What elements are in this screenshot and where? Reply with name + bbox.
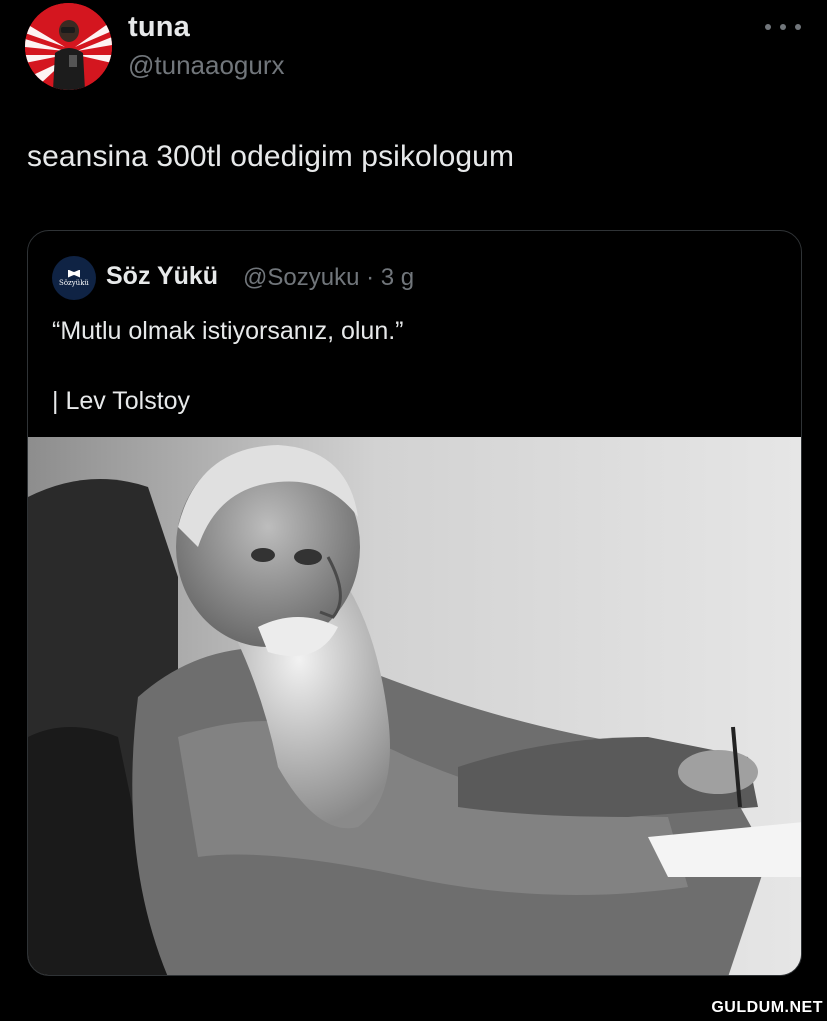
tweet-view: tuna @tunaaogurx seansina 300tl odedigim… <box>0 0 827 1021</box>
book-icon <box>68 269 80 278</box>
quoted-author-avatar[interactable]: Sözyükü <box>52 256 96 300</box>
portrait-photo-illustration <box>28 437 801 975</box>
more-dot <box>780 24 786 30</box>
quoted-tweet-photo[interactable] <box>28 437 801 975</box>
quoted-tweet-card[interactable]: Sözyükü Söz Yükü @Sozyuku · 3 g “Mutlu o… <box>27 230 802 976</box>
quoted-author-name[interactable]: Söz Yükü <box>106 262 218 291</box>
quoted-text-attribution: | Lev Tolstoy <box>52 387 191 415</box>
site-watermark: GULDUM.NET <box>711 999 823 1016</box>
avatar-logo-text: Sözyükü <box>59 278 89 287</box>
more-dot <box>765 24 771 30</box>
more-dot <box>795 24 801 30</box>
author-handle[interactable]: @tunaaogurx <box>128 50 285 81</box>
author-display-name[interactable]: tuna <box>128 11 190 44</box>
quoted-text-quote: “Mutlu olmak istiyorsanız, olun.” <box>52 317 404 345</box>
author-avatar[interactable] <box>25 3 112 90</box>
avatar-image <box>25 3 112 90</box>
tweet-text: seansina 300tl odedigim psikologum <box>27 140 515 173</box>
quoted-author-handle-time: @Sozyuku · 3 g <box>243 264 415 291</box>
more-horizontal-icon[interactable] <box>765 18 801 36</box>
